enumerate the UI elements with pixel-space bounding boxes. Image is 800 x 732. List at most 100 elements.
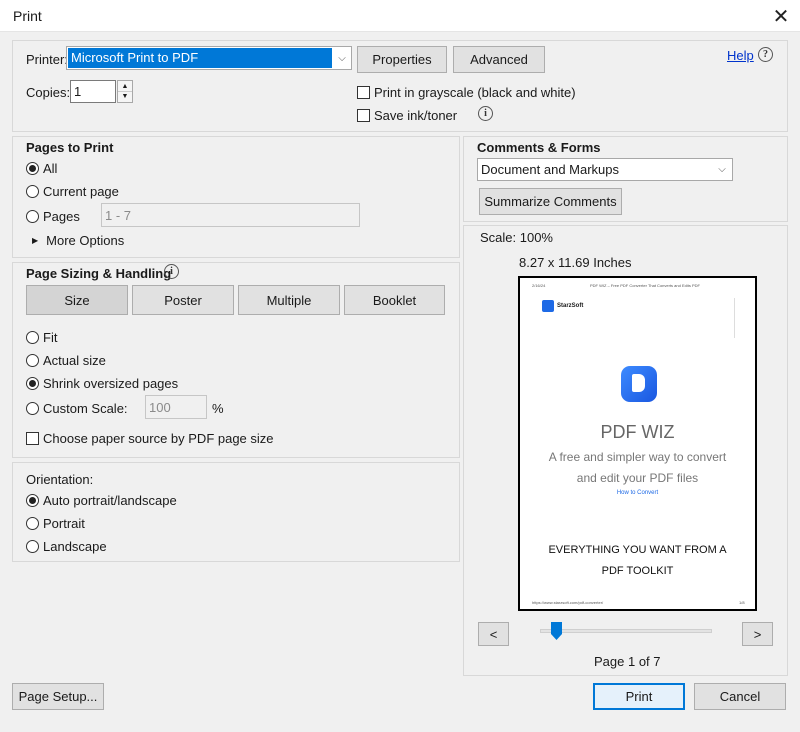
starzsoft-logo-icon [542, 300, 554, 312]
actual-size-radio[interactable] [26, 354, 39, 367]
copies-stepper[interactable]: ▲ ▼ [117, 80, 133, 103]
help-icon[interactable]: ? [758, 47, 773, 62]
paper-source-checkbox[interactable] [26, 432, 39, 445]
fit-radio[interactable] [26, 331, 39, 344]
paper-source-option[interactable]: Choose paper source by PDF page size [26, 431, 274, 446]
summarize-comments-button[interactable]: Summarize Comments [479, 188, 622, 215]
grayscale-checkbox[interactable] [357, 86, 370, 99]
cancel-button[interactable]: Cancel [694, 683, 786, 710]
auto-orientation-option[interactable]: Auto portrait/landscape [26, 493, 177, 508]
pages-range-input[interactable]: 1 - 7 [101, 203, 360, 227]
portrait-radio[interactable] [26, 517, 39, 530]
grayscale-label: Print in grayscale (black and white) [374, 85, 576, 100]
preview-tagline-2: and edit your PDF files [576, 471, 699, 485]
pages-all-option[interactable]: All [26, 161, 57, 176]
page-indicator: Page 1 of 7 [594, 654, 661, 669]
scale-text: Scale: 100% [480, 230, 553, 245]
copies-input[interactable]: 1 [70, 80, 116, 103]
copies-label: Copies: [26, 85, 71, 100]
more-options-label: More Options [46, 233, 125, 248]
pages-all-label: All [43, 161, 58, 176]
poster-tab[interactable]: Poster [132, 285, 234, 315]
advanced-button[interactable]: Advanced [453, 46, 545, 73]
pages-range-radio[interactable] [26, 210, 39, 223]
custom-scale-input[interactable]: 100 [145, 395, 207, 419]
pages-current-radio[interactable] [26, 185, 39, 198]
printer-label: Printer: [26, 52, 68, 67]
landscape-label: Landscape [43, 539, 107, 554]
custom-scale-label: Custom Scale: [43, 401, 128, 416]
preview-divider [734, 298, 735, 338]
fit-label: Fit [43, 330, 58, 345]
save-ink-label: Save ink/toner [374, 108, 458, 123]
shrink-radio[interactable] [26, 377, 39, 390]
save-ink-checkbox[interactable] [357, 109, 370, 122]
save-ink-option[interactable]: Save ink/toner [357, 108, 457, 123]
shrink-label: Shrink oversized pages [43, 376, 179, 391]
chevron-down-icon: ⌵ [718, 164, 726, 175]
pages-to-print-heading: Pages to Print [26, 140, 114, 155]
page-sizing-heading: Page Sizing & Handling [26, 266, 172, 281]
info-icon[interactable]: i [478, 106, 493, 121]
booklet-tab[interactable]: Booklet [344, 285, 445, 315]
page-size-text: 8.27 x 11.69 Inches [519, 255, 632, 270]
expand-arrow-icon: ▶ [32, 236, 39, 245]
close-icon: ✕ [772, 5, 790, 28]
next-page-button[interactable]: > [742, 622, 773, 646]
preview-link: How to Convert [616, 490, 659, 496]
preview-footer-url: https://www.starzsoft.com/pdf-converter/ [532, 600, 604, 605]
printer-select[interactable]: Microsoft Print to PDF ⌵ [66, 46, 352, 70]
pages-all-radio[interactable] [26, 162, 39, 175]
printer-select-value: Microsoft Print to PDF [68, 48, 332, 68]
comments-select[interactable]: Document and Markups ⌵ [477, 158, 733, 181]
preview-headline-1: EVERYTHING YOU WANT FROM A [548, 544, 727, 556]
title-bar [0, 0, 800, 32]
grayscale-option[interactable]: Print in grayscale (black and white) [357, 85, 576, 100]
comments-heading: Comments & Forms [477, 140, 601, 155]
custom-scale-radio[interactable] [26, 402, 39, 415]
landscape-radio[interactable] [26, 540, 39, 553]
portrait-option[interactable]: Portrait [26, 516, 85, 531]
fit-option[interactable]: Fit [26, 330, 57, 345]
sizing-info-icon[interactable]: i [164, 264, 179, 279]
preview-footer-page: 1/8 [739, 600, 745, 605]
auto-orientation-radio[interactable] [26, 494, 39, 507]
previous-page-button[interactable]: < [478, 622, 509, 646]
page-preview: 2/16/24 PDF WIZ – Free PDF Converter Tha… [518, 276, 757, 611]
print-button[interactable]: Print [593, 683, 685, 710]
actual-size-label: Actual size [43, 353, 106, 368]
landscape-option[interactable]: Landscape [26, 539, 107, 554]
pages-current-label: Current page [43, 184, 119, 199]
pdf-wiz-logo-icon [621, 366, 657, 402]
comments-select-value: Document and Markups [481, 162, 620, 177]
spin-up-icon[interactable]: ▲ [118, 81, 132, 92]
pages-range-option[interactable]: Pages [26, 209, 80, 224]
percent-label: % [212, 401, 224, 416]
pages-current-option[interactable]: Current page [26, 184, 119, 199]
shrink-option[interactable]: Shrink oversized pages [26, 376, 178, 391]
page-setup-button[interactable]: Page Setup... [12, 683, 104, 710]
size-tab[interactable]: Size [26, 285, 128, 315]
preview-header-title: PDF WIZ – Free PDF Converter That Conver… [590, 283, 700, 288]
orientation-heading: Orientation: [26, 472, 94, 487]
properties-button[interactable]: Properties [357, 46, 447, 73]
auto-orientation-label: Auto portrait/landscape [43, 493, 177, 508]
actual-size-option[interactable]: Actual size [26, 353, 106, 368]
custom-scale-option[interactable]: Custom Scale: [26, 401, 128, 416]
close-button[interactable]: ✕ [762, 0, 800, 32]
pages-range-label: Pages [43, 209, 80, 224]
multiple-tab[interactable]: Multiple [238, 285, 340, 315]
spin-down-icon[interactable]: ▼ [118, 92, 132, 102]
preview-header-date: 2/16/24 [532, 283, 546, 288]
portrait-label: Portrait [43, 516, 85, 531]
more-options-toggle[interactable]: ▶ More Options [32, 233, 124, 248]
paper-source-label: Choose paper source by PDF page size [43, 431, 274, 446]
page-slider-thumb[interactable] [551, 622, 563, 640]
help-link[interactable]: Help [727, 48, 754, 63]
preview-tagline-1: A free and simpler way to convert [548, 450, 727, 464]
chevron-down-icon: ⌵ [338, 52, 346, 64]
preview-headline-2: PDF TOOLKIT [601, 565, 674, 577]
page-slider-track[interactable] [540, 629, 712, 633]
preview-product: PDF WIZ [600, 422, 675, 442]
preview-brand: StarzSoft [557, 303, 584, 309]
